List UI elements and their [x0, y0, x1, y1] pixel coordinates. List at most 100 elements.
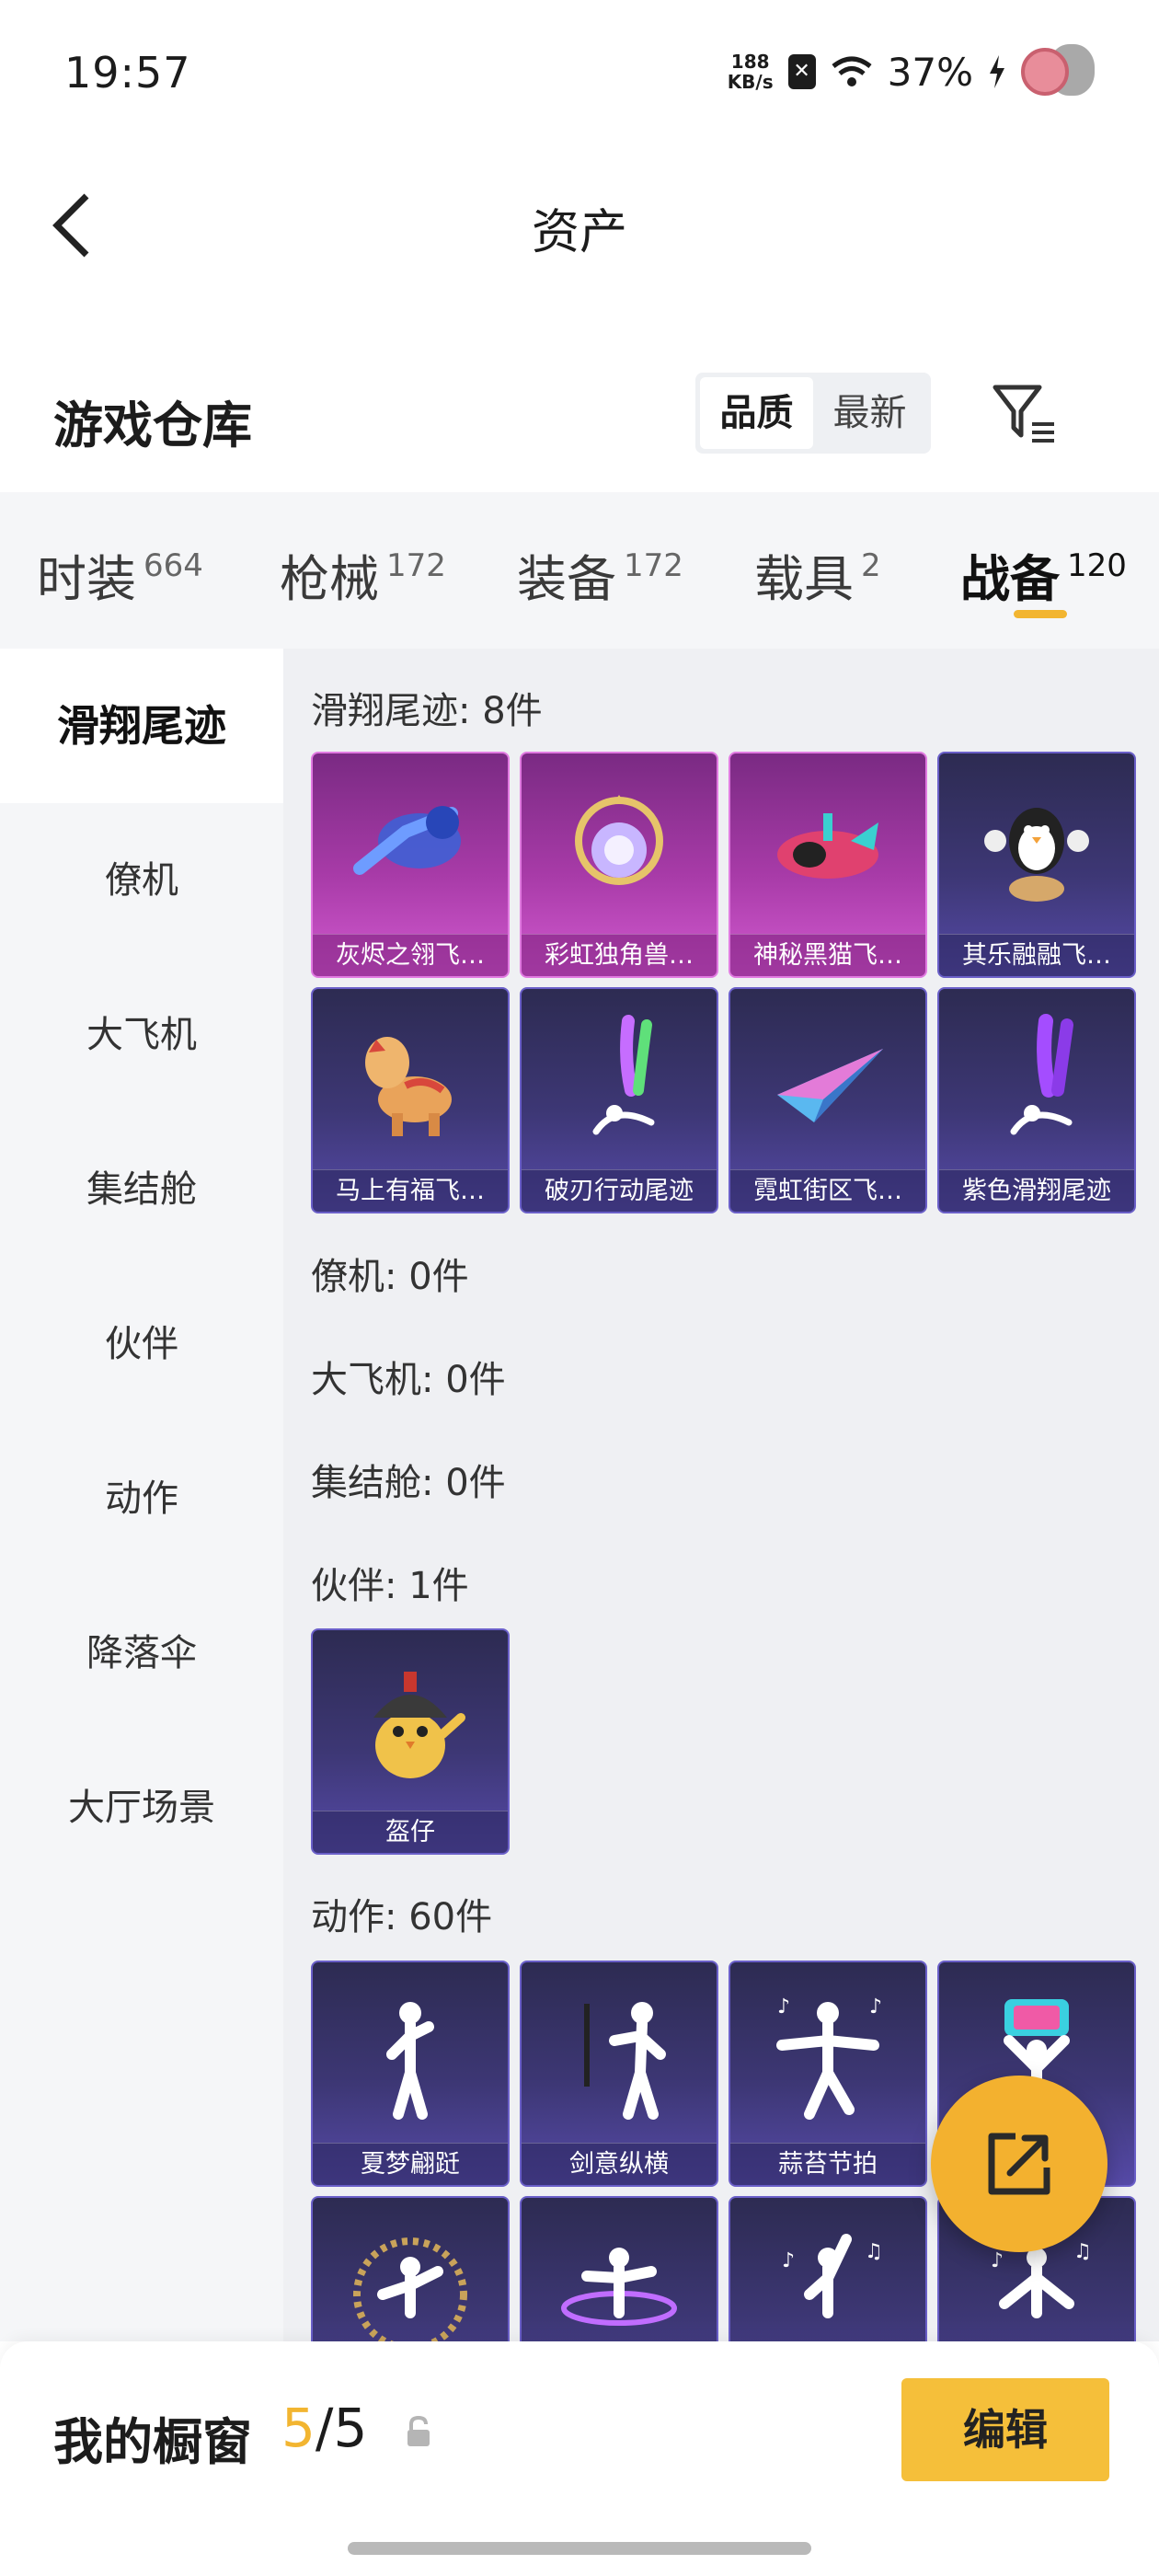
item-card[interactable] — [311, 2196, 510, 2341]
paper-plane-icon — [730, 989, 925, 1173]
tab-label: 枪械 — [280, 550, 379, 608]
sort-quality-button[interactable]: 品质 — [700, 377, 813, 449]
item-card[interactable]: 其乐融融飞… — [937, 752, 1136, 978]
smoke-trail-icon — [522, 989, 717, 1173]
item-name: 破刃行动尾迹 — [522, 1169, 717, 1212]
item-card[interactable]: 霓虹街区飞… — [729, 987, 927, 1213]
spin-dancer-icon — [522, 2198, 717, 2341]
item-card[interactable]: ♪ ♪ 蒜苔节拍 — [729, 1961, 927, 2187]
filter-icon[interactable] — [992, 382, 1058, 446]
item-name: 夏梦翩跹 — [313, 2143, 508, 2185]
section-label-partner: 伙伴: 1件 — [311, 1565, 469, 1607]
warehouse-title: 游戏仓库 — [53, 397, 252, 454]
tab-vehicles[interactable]: 载具 2 — [754, 538, 881, 611]
charging-icon — [990, 55, 1004, 88]
avatar-icon — [1021, 44, 1095, 99]
battery-text: 37% — [887, 49, 973, 95]
edit-button[interactable]: 编辑 — [901, 2378, 1109, 2481]
sidebar-item-partner[interactable]: 伙伴 — [0, 1267, 283, 1421]
svg-text:♪: ♪ — [782, 2249, 795, 2272]
item-name: 蒜苔节拍 — [730, 2143, 925, 2185]
sort-newest-button[interactable]: 最新 — [813, 377, 926, 449]
page-title: 资产 — [531, 205, 627, 260]
tab-label: 载具 — [754, 550, 854, 608]
item-card[interactable]: 神秘黑猫飞… — [729, 752, 927, 978]
item-name: 马上有福飞… — [313, 1169, 508, 1212]
sort-toggle: 品质 最新 — [695, 373, 931, 454]
dancer-icon — [313, 1962, 508, 2146]
net-speed-unit: KB/s — [727, 71, 774, 93]
tab-count: 120 — [1067, 547, 1127, 584]
item-card[interactable]: 马上有福飞… — [311, 987, 510, 1213]
svg-text:♪: ♪ — [991, 2249, 1004, 2272]
section-label-pod: 集结舱: 0件 — [311, 1462, 506, 1504]
gem-icon — [522, 753, 717, 937]
status-bar: 19:57 188 KB/s ✕ 37% — [0, 0, 1159, 147]
sidebar-item-glide-trail[interactable]: 滑翔尾迹 — [0, 649, 283, 803]
plane-icon — [730, 753, 925, 937]
section-label-emote: 动作: 60件 — [311, 1896, 493, 1938]
clock: 19:57 — [64, 48, 191, 98]
home-indicator[interactable] — [348, 2542, 811, 2555]
item-name: 盔仔 — [313, 1811, 508, 1853]
status-icons: 188 KB/s ✕ 37% — [728, 44, 1095, 99]
sidebar-item-emote[interactable]: 动作 — [0, 1421, 283, 1576]
bottom-bar: 我的橱窗 5/5 编辑 — [0, 2341, 1159, 2576]
item-card[interactable]: 剑意纵横 — [520, 1961, 718, 2187]
tab-count: 664 — [143, 547, 203, 584]
showcase-total: /5 — [315, 2397, 368, 2459]
item-card[interactable]: 破刃行动尾迹 — [520, 987, 718, 1213]
close-box-icon: ✕ — [787, 54, 816, 89]
net-speed-value: 188 — [730, 51, 770, 73]
svg-text:♪: ♪ — [869, 1995, 882, 2018]
item-card[interactable]: 彩虹独角兽… — [520, 752, 718, 978]
item-card[interactable]: 盔仔 — [311, 1628, 510, 1855]
active-tab-indicator — [1014, 610, 1067, 618]
item-card[interactable] — [520, 2196, 718, 2341]
item-card[interactable]: ♪ ♫ — [729, 2196, 927, 2341]
title-bar: 资产 — [0, 166, 1159, 285]
tab-equipment[interactable]: 装备 172 — [517, 538, 683, 611]
item-name: 其乐融融飞… — [939, 934, 1134, 976]
penguin-icon — [939, 753, 1134, 937]
smoke-trail-icon — [939, 989, 1134, 1173]
tab-label: 时装 — [37, 550, 136, 608]
sidebar-item-pod[interactable]: 集结舱 — [0, 1112, 283, 1267]
sword-dancer-icon — [522, 1962, 717, 2146]
lock-icon — [407, 2415, 430, 2446]
showcase-label: 我的橱窗 — [53, 2413, 252, 2471]
item-name: 彩虹独角兽… — [522, 934, 717, 976]
tab-gear[interactable]: 战备 120 — [960, 538, 1127, 611]
item-name: 霓虹街区飞… — [730, 1169, 925, 1212]
svg-text:♪: ♪ — [777, 1995, 790, 2018]
tab-guns[interactable]: 枪械 172 — [280, 538, 446, 611]
tab-count: 172 — [386, 547, 446, 584]
section-label-big-plane: 大飞机: 0件 — [311, 1359, 506, 1401]
net-speed: 188 KB/s — [728, 52, 774, 92]
showcase-current: 5 — [281, 2397, 316, 2459]
chick-helmet-icon — [313, 1630, 508, 1814]
sidebar-item-lobby-scene[interactable]: 大厅场景 — [0, 1731, 283, 1885]
svg-text:♫: ♫ — [1073, 2240, 1092, 2263]
section-label-wingman: 僚机: 0件 — [311, 1256, 469, 1298]
glove-icon — [313, 753, 508, 937]
tab-label: 战备 — [960, 550, 1060, 608]
share-out-icon — [988, 2133, 1050, 2195]
item-card[interactable]: 灰烬之翎飞… — [311, 752, 510, 978]
item-card[interactable]: 夏梦翩跹 — [311, 1961, 510, 2187]
sidebar-item-parachute[interactable]: 降落伞 — [0, 1576, 283, 1731]
sidebar-item-big-plane[interactable]: 大飞机 — [0, 958, 283, 1112]
horse-icon — [313, 989, 508, 1173]
wifi-icon — [832, 56, 872, 86]
tab-fashion[interactable]: 时装 664 — [37, 538, 203, 611]
music-dancer-icon: ♪ ♪ — [730, 1962, 925, 2146]
item-card[interactable]: 紫色滑翔尾迹 — [937, 987, 1136, 1213]
item-name: 灰烬之翎飞… — [313, 934, 508, 976]
item-name: 剑意纵横 — [522, 2143, 717, 2185]
section-label-glide-trail: 滑翔尾迹: 8件 — [311, 690, 543, 732]
share-button[interactable] — [931, 2076, 1107, 2252]
sidebar-item-wingman[interactable]: 僚机 — [0, 803, 283, 958]
music-dancer-icon: ♪ ♫ — [730, 2198, 925, 2341]
item-name: 紫色滑翔尾迹 — [939, 1169, 1134, 1212]
item-name: 神秘黑猫飞… — [730, 934, 925, 976]
